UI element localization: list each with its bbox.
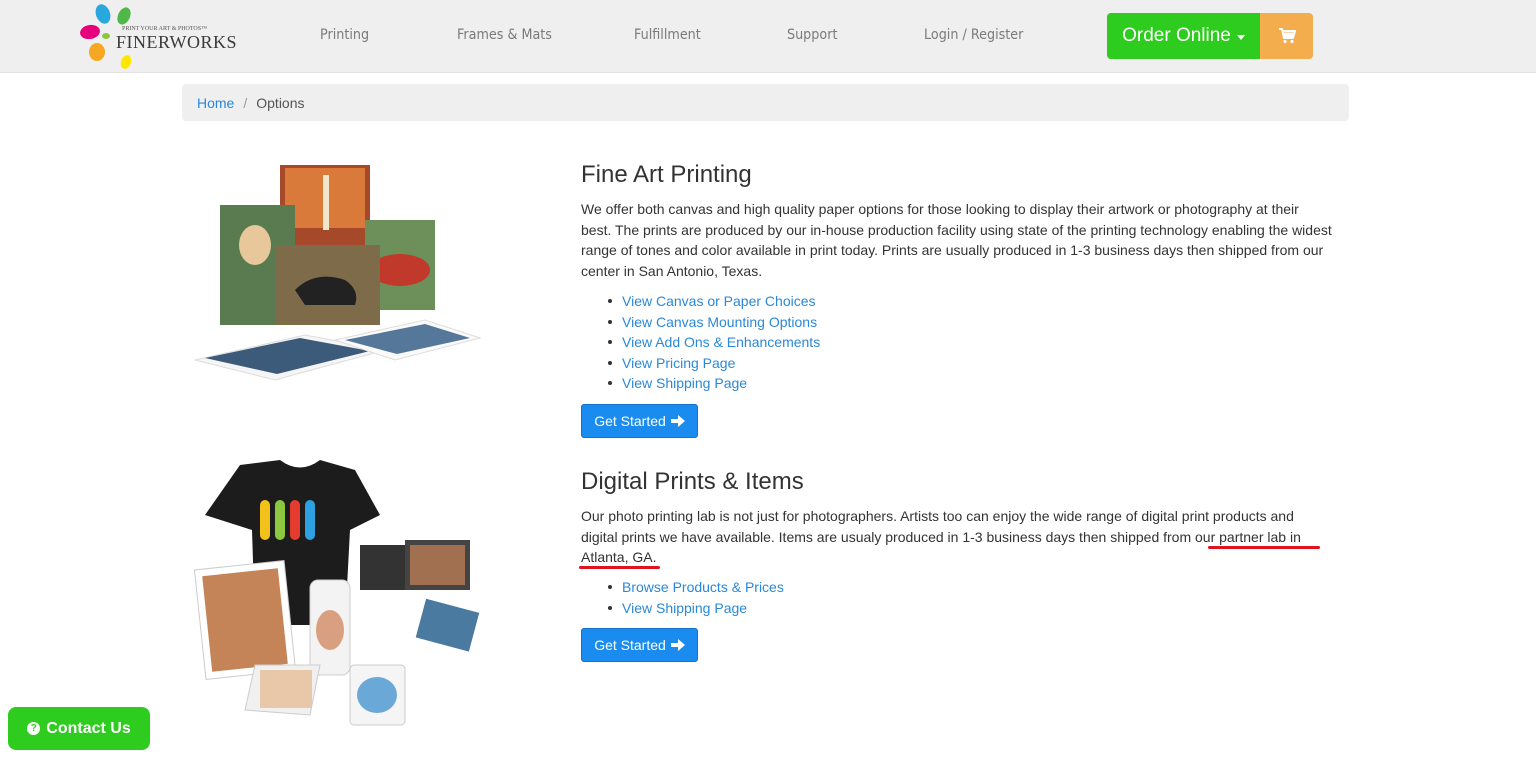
section-description-fine-art: We offer both canvas and high quality pa…	[581, 201, 1332, 279]
get-started-digital-button[interactable]: Get Started	[581, 628, 698, 662]
get-started-label: Get Started	[594, 413, 666, 429]
list-item: View Add Ons & Enhancements	[608, 332, 820, 353]
link-add-ons[interactable]: View Add Ons & Enhancements	[622, 334, 820, 350]
get-started-fine-art-button[interactable]: Get Started	[581, 404, 698, 438]
link-canvas-paper-choices[interactable]: View Canvas or Paper Choices	[622, 293, 816, 309]
nav-printing[interactable]: Printing	[320, 27, 369, 43]
section-title-digital-prints: Digital Prints & Items	[581, 468, 804, 495]
list-item: Browse Products & Prices	[608, 577, 784, 598]
arrow-right-icon	[670, 639, 685, 651]
cart-button[interactable]	[1260, 13, 1313, 59]
breadcrumb: Home / Options	[182, 84, 1349, 121]
section-title-fine-art: Fine Art Printing	[581, 161, 752, 188]
logo-wordmark: FINERWORKS	[116, 32, 238, 52]
top-navbar: PRINT YOUR ART & PHOTOS™ FINERWORKS Prin…	[0, 0, 1536, 73]
list-item: View Canvas or Paper Choices	[608, 291, 820, 312]
fine-art-links: View Canvas or Paper Choices View Canvas…	[608, 291, 820, 394]
fine-art-prints-image	[185, 160, 485, 390]
breadcrumb-home-link[interactable]: Home	[197, 95, 234, 111]
nav-support[interactable]: Support	[787, 27, 837, 43]
link-shipping[interactable]: View Shipping Page	[622, 375, 747, 391]
annotation-underline	[1208, 546, 1320, 549]
breadcrumb-current: Options	[256, 94, 305, 111]
link-browse-products[interactable]: Browse Products & Prices	[622, 579, 784, 595]
caret-down-icon	[1236, 34, 1245, 40]
contact-us-label: Contact Us	[46, 719, 131, 737]
digital-print-items-image	[180, 455, 480, 735]
question-circle-icon: ?	[27, 722, 41, 735]
order-online-label: Order Online	[1122, 25, 1231, 46]
list-item: View Pricing Page	[608, 353, 820, 374]
arrow-right-icon	[670, 415, 685, 427]
list-item: View Shipping Page	[608, 373, 820, 394]
nav-login-register[interactable]: Login / Register	[924, 27, 1023, 43]
contact-us-button[interactable]: ? Contact Us	[8, 707, 150, 750]
link-shipping[interactable]: View Shipping Page	[622, 600, 747, 616]
shopping-cart-icon	[1278, 28, 1296, 44]
nav-fulfillment[interactable]: Fulfillment	[634, 27, 701, 43]
breadcrumb-separator: /	[243, 94, 248, 111]
list-item: View Canvas Mounting Options	[608, 312, 820, 333]
finerworks-logo[interactable]: PRINT YOUR ART & PHOTOS™ FINERWORKS	[76, 2, 238, 70]
annotation-underline	[579, 566, 660, 569]
order-online-button[interactable]: Order Online	[1107, 13, 1260, 59]
get-started-label: Get Started	[594, 637, 666, 653]
link-pricing[interactable]: View Pricing Page	[622, 355, 735, 371]
digital-prints-links: Browse Products & Prices View Shipping P…	[608, 577, 784, 618]
list-item: View Shipping Page	[608, 598, 784, 619]
nav-frames-mats[interactable]: Frames & Mats	[457, 27, 552, 43]
link-canvas-mounting[interactable]: View Canvas Mounting Options	[622, 314, 817, 330]
section-description-digital-prints: Our photo printing lab is not just for p…	[581, 508, 1301, 565]
